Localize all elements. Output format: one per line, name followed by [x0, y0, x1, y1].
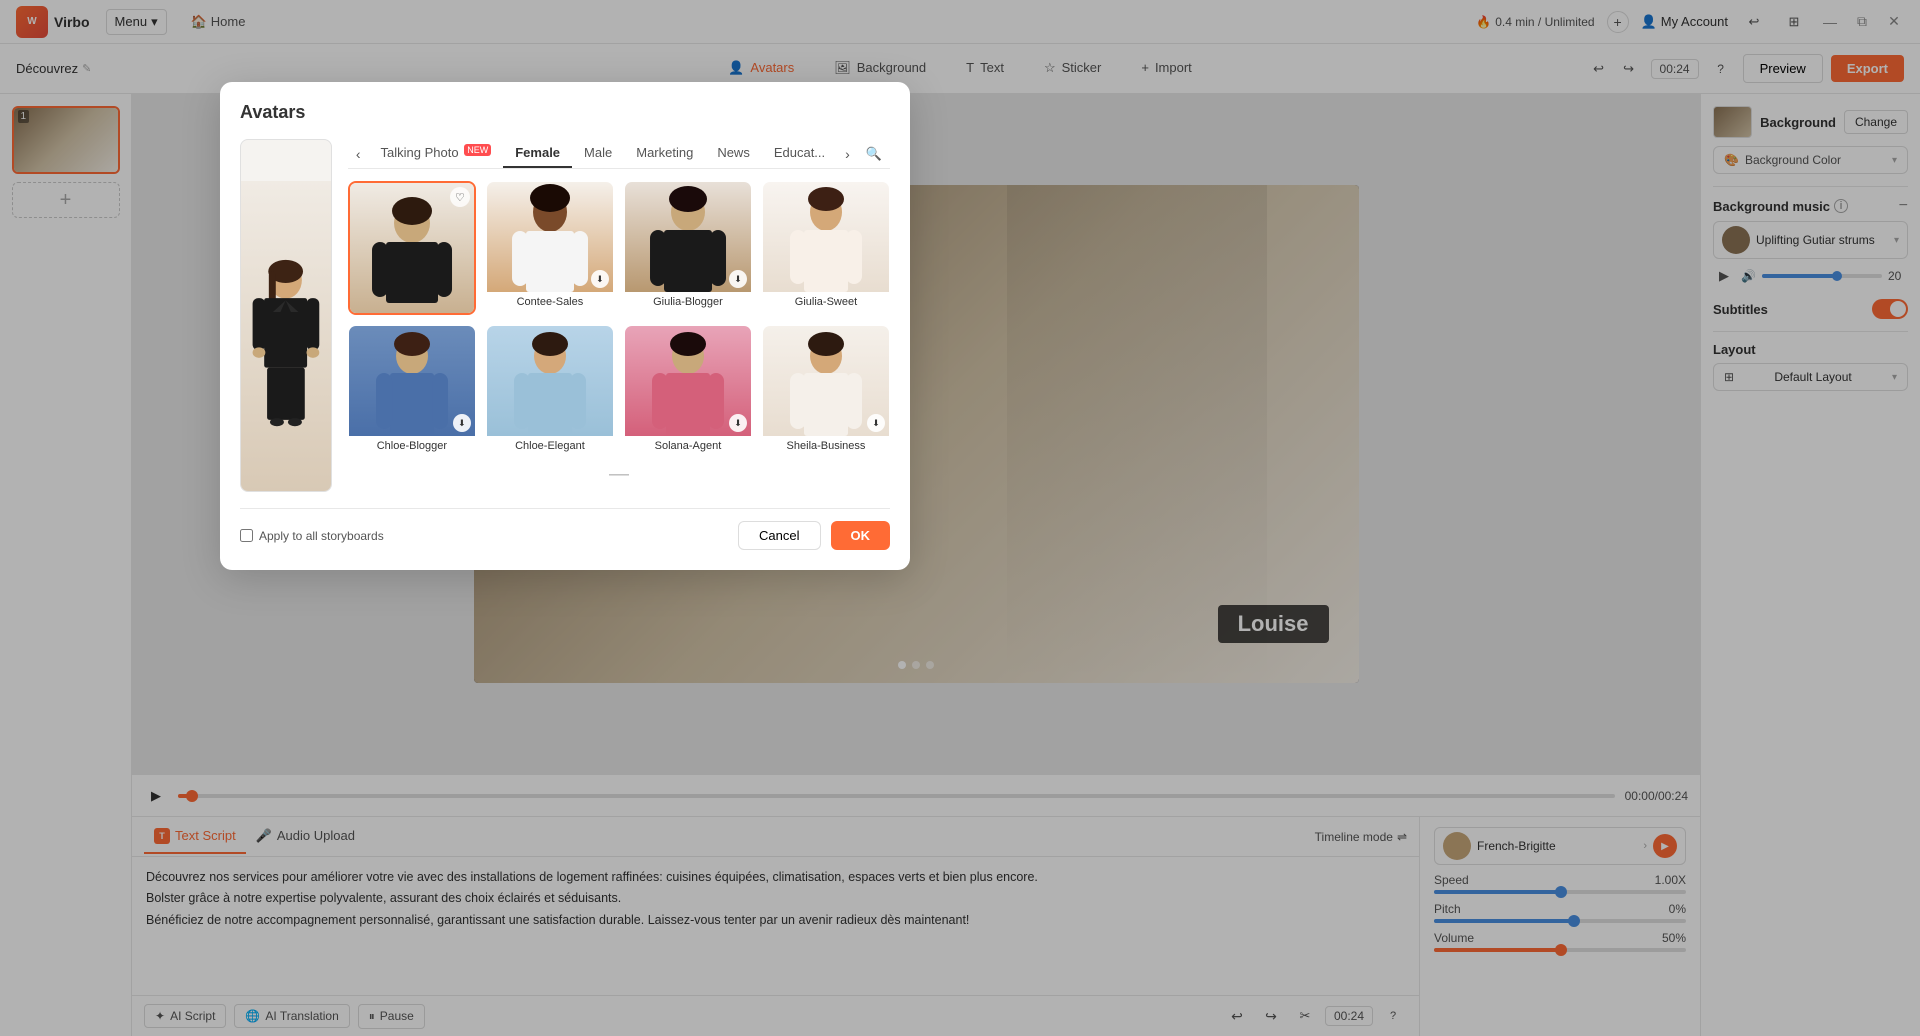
download-badge-sheila: ⬇ [867, 414, 885, 432]
tabs-next-button[interactable]: › [837, 142, 858, 166]
modal-actions: Cancel OK [738, 521, 890, 550]
favorite-button-emily[interactable]: ♡ [450, 187, 470, 207]
avatar-tabs: ‹ Talking Photo NEW Female Male Marketin… [348, 139, 890, 169]
avatar-name-chloe-e: Chloe-Elegant [487, 436, 613, 456]
avatar-img-solana: ⬇ [625, 326, 751, 436]
news-label: News [717, 145, 750, 160]
avatar-search-button[interactable]: 🔍 [858, 142, 890, 166]
avatars-modal: Avatars [220, 82, 910, 570]
download-badge-chloe-b: ⬇ [453, 414, 471, 432]
tab-female[interactable]: Female [503, 139, 572, 168]
avatar-card-chloe-elegant[interactable]: Chloe-Elegant [486, 325, 614, 457]
modal-title: Avatars [240, 102, 890, 123]
avatar-name-chloe-b: Chloe-Blogger [349, 436, 475, 456]
tab-education[interactable]: Educat... [762, 139, 837, 168]
marketing-label: Marketing [636, 145, 693, 160]
modal-footer: Apply to all storyboards Cancel OK [240, 508, 890, 550]
avatar-figure [241, 191, 331, 491]
tab-marketing[interactable]: Marketing [624, 139, 705, 168]
tabs-prev-button[interactable]: ‹ [348, 142, 369, 166]
tab-talking-photo[interactable]: Talking Photo NEW [369, 139, 504, 168]
avatar-img-giulia-s [763, 182, 889, 292]
avatars-grid: ♡ Emily-Business [348, 181, 890, 457]
avatar-card-solana-agent[interactable]: ⬇ Solana-Agent [624, 325, 752, 457]
avatar-img-chloe-e [487, 326, 613, 436]
load-more-indicator[interactable]: — [348, 457, 890, 492]
avatar-card-chloe-blogger[interactable]: ⬇ Chloe-Blogger [348, 325, 476, 457]
download-badge-giulia-b: ⬇ [729, 270, 747, 288]
avatar-img-sheila: ⬇ [763, 326, 889, 436]
avatar-card-giulia-blogger[interactable]: ⬇ Giulia-Blogger [624, 181, 752, 315]
modal-body: ‹ Talking Photo NEW Female Male Marketin… [240, 139, 890, 492]
education-label: Educat... [774, 145, 825, 160]
avatar-img-giulia-b: ⬇ [625, 182, 751, 292]
talking-photo-label: Talking Photo [381, 145, 459, 160]
avatar-name-emily: Emily-Business [350, 313, 474, 315]
tab-male[interactable]: Male [572, 139, 624, 168]
avatar-img-contee: ⬇ [487, 182, 613, 292]
avatar-img-chloe-b: ⬇ [349, 326, 475, 436]
modal-overlay[interactable]: Avatars [0, 0, 1920, 1036]
avatar-card-sheila-business[interactable]: ⬇ Sheila-Business [762, 325, 890, 457]
avatar-card-giulia-sweet[interactable]: Giulia-Sweet [762, 181, 890, 315]
avatar-name-sheila: Sheila-Business [763, 436, 889, 456]
apply-all-input[interactable] [240, 529, 253, 542]
modal-ok-button[interactable]: OK [831, 521, 891, 550]
modal-cancel-button[interactable]: Cancel [738, 521, 820, 550]
avatar-card-contee-sales[interactable]: ⬇ Contee-Sales [486, 181, 614, 315]
download-badge-contee: ⬇ [591, 270, 609, 288]
avatar-right-panel: ‹ Talking Photo NEW Female Male Marketin… [348, 139, 890, 492]
apply-all-label: Apply to all storyboards [259, 529, 384, 543]
avatar-card-emily-business[interactable]: ♡ Emily-Business [348, 181, 476, 315]
avatar-name-contee: Contee-Sales [487, 292, 613, 312]
avatar-img-emily: ♡ [350, 183, 474, 313]
male-label: Male [584, 145, 612, 160]
avatar-name-solana: Solana-Agent [625, 436, 751, 456]
new-badge: NEW [464, 144, 491, 156]
avatar-name-giulia-s: Giulia-Sweet [763, 292, 889, 312]
apply-all-checkbox[interactable]: Apply to all storyboards [240, 529, 384, 543]
avatar-name-giulia-b: Giulia-Blogger [625, 292, 751, 312]
tab-news[interactable]: News [705, 139, 762, 168]
female-label: Female [515, 145, 560, 160]
download-badge-solana: ⬇ [729, 414, 747, 432]
avatar-preview-panel [240, 139, 332, 492]
